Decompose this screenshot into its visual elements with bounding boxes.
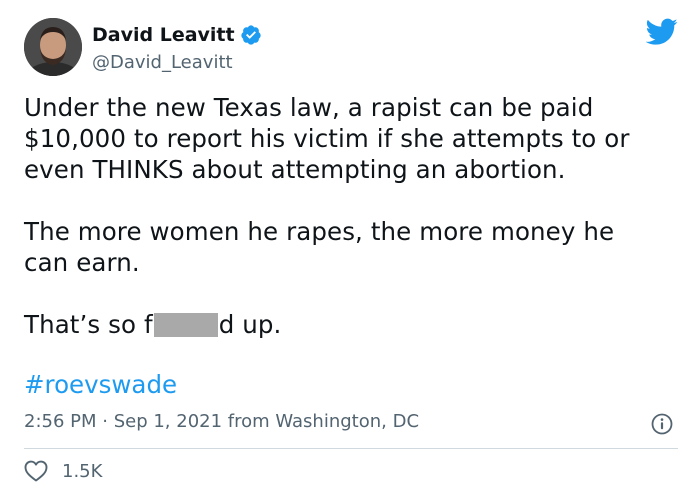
author-name[interactable]: David Leavitt	[92, 24, 235, 46]
tweet-line: Under the new Texas law, a rapist can be…	[24, 93, 594, 122]
like-count: 1.5K	[62, 460, 103, 482]
heart-icon[interactable]	[24, 460, 48, 482]
author-name-row: David Leavitt	[92, 24, 262, 46]
divider	[24, 448, 678, 449]
tweet-line: d up.	[218, 310, 282, 339]
info-icon[interactable]	[651, 413, 673, 435]
tweet-timestamp[interactable]: 2:56 PM · Sep 1, 2021 from Washington, D…	[24, 411, 419, 432]
tweet-card: David Leavitt @David_Leavitt Under the n…	[0, 0, 700, 502]
twitter-bird-icon[interactable]	[645, 18, 678, 46]
censor-block	[153, 313, 218, 337]
hashtag-link[interactable]: #roevswade	[24, 370, 177, 399]
tweet-line: $10,000 to report his victim if she atte…	[24, 124, 630, 153]
tweet-line: The more women he rapes, the more money …	[24, 217, 615, 246]
avatar[interactable]	[24, 18, 82, 76]
like-action[interactable]: 1.5K	[24, 460, 102, 482]
verified-badge-icon	[240, 24, 262, 46]
tweet-line: That’s so f	[24, 310, 153, 339]
tweet-line: can earn.	[24, 248, 140, 277]
author-handle[interactable]: @David_Leavitt	[92, 52, 233, 73]
tweet-line: even THINKS about attempting an abortion…	[24, 155, 566, 184]
tweet-text: Under the new Texas law, a rapist can be…	[24, 92, 684, 340]
